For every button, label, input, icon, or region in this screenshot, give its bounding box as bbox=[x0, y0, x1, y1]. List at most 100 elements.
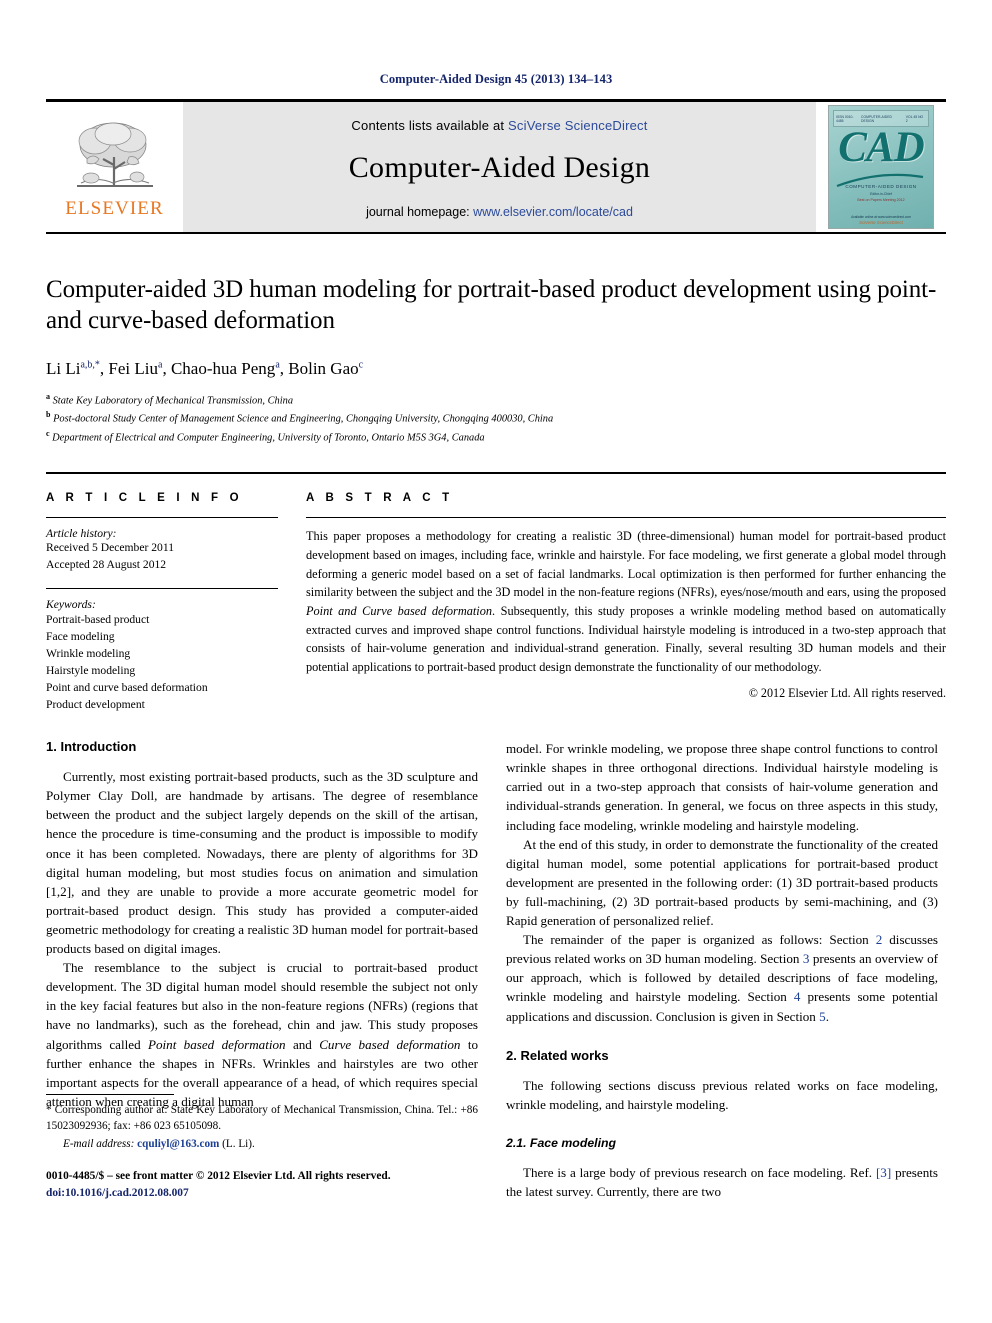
paragraph-face-1: There is a large body of previous resear… bbox=[506, 1163, 938, 1201]
paragraph-text: The remainder of the paper is organized … bbox=[523, 932, 876, 948]
article-history-accepted: Accepted 28 August 2012 bbox=[46, 558, 167, 572]
homepage-prefix: journal homepage: bbox=[366, 204, 474, 219]
elsevier-tree-icon bbox=[76, 122, 153, 187]
doi-line[interactable]: doi:10.1016/j.cad.2012.08.007 bbox=[46, 1185, 478, 1202]
cover-subtitle-2: Editor-in-Chief bbox=[870, 192, 892, 196]
issn-block: 0010-4485/$ – see front matter © 2012 El… bbox=[46, 1168, 478, 1201]
corresponding-author-note: * Corresponding author at: State Key Lab… bbox=[46, 1102, 478, 1134]
paper-title: Computer-aided 3D human modeling for por… bbox=[46, 276, 937, 335]
cover-footer-2: SciVerse ScienceDirect bbox=[859, 220, 903, 225]
author-affil-marker: a,b,* bbox=[80, 358, 100, 370]
cover-subtitle-1: COMPUTER-AIDED DESIGN bbox=[845, 184, 917, 189]
italic-term-curve-deformation: Curve based deformation bbox=[319, 1036, 461, 1052]
footnote-text: Corresponding author at: State Key Labor… bbox=[46, 1103, 478, 1132]
email-note: E-mail address: cquliyl@163.com (L. Li). bbox=[46, 1136, 478, 1152]
title-block: Computer-aided 3D human modeling for por… bbox=[46, 274, 946, 446]
issn-line: 0010-4485/$ – see front matter © 2012 El… bbox=[46, 1170, 391, 1183]
email-link[interactable]: cquliyl@163.com bbox=[137, 1138, 219, 1150]
footnote-divider bbox=[46, 1093, 174, 1095]
paragraph-text: . bbox=[825, 1008, 829, 1024]
italic-term-point-deformation: Point based deformation bbox=[147, 1036, 286, 1052]
article-history-label: Article history: bbox=[46, 527, 117, 541]
abstract-italic-term: Point and Curve based deformation bbox=[306, 604, 493, 619]
author-affil-marker: c bbox=[358, 358, 364, 370]
running-head: Computer-Aided Design 45 (2013) 134–143 bbox=[379, 72, 613, 86]
cover-subtitle-3: Best on Papers Meeting 2012 bbox=[857, 198, 905, 202]
keywords-label: Keywords: bbox=[46, 597, 96, 611]
journal-title: Computer-Aided Design bbox=[348, 150, 651, 184]
keyword-item: Portrait-based product bbox=[46, 612, 150, 626]
journal-cover-thumb: ISSN 0010-4485 COMPUTER-AIDED DESIGN VOL… bbox=[816, 102, 946, 232]
paragraph-related-1: The following sections discuss previous … bbox=[506, 1076, 938, 1114]
email-owner: (L. Li). bbox=[219, 1137, 255, 1150]
paragraph-right-3: The remainder of the paper is organized … bbox=[506, 930, 938, 1026]
publisher-logo: ELSEVIER bbox=[46, 102, 183, 232]
cover-top-center: COMPUTER-AIDED DESIGN bbox=[861, 114, 892, 123]
paragraph-text: The following sections discuss previous … bbox=[506, 1077, 938, 1112]
author-list: Li Lia,b,*, Fei Liua, Chao-hua Penga, Bo… bbox=[46, 358, 364, 378]
author-name: Li Li bbox=[46, 358, 81, 378]
journal-masthead: ELSEVIER Contents lists available at Sci… bbox=[46, 99, 946, 234]
affiliation-item: c Department of Electrical and Computer … bbox=[46, 428, 946, 447]
author-name: Bolin Gao bbox=[288, 358, 359, 378]
paragraph-text: model. For wrinkle modeling, we propose … bbox=[506, 741, 938, 833]
contents-prefix: Contents lists available at bbox=[351, 117, 509, 133]
affiliation-marker: b bbox=[46, 410, 51, 420]
affiliation-list: a State Key Laboratory of Mechanical Tra… bbox=[46, 391, 946, 447]
paragraph-right-2: At the end of this study, in order to de… bbox=[506, 835, 938, 931]
author-name: Fei Liu bbox=[108, 358, 159, 378]
affiliation-text: State Key Laboratory of Mechanical Trans… bbox=[52, 394, 294, 406]
body-columns: 1. Introduction Currently, most existing… bbox=[46, 739, 946, 1201]
affiliation-text: Post-doctoral Study Center of Management… bbox=[53, 413, 554, 425]
cover-top-left: ISSN 0010-4485 bbox=[836, 114, 854, 123]
author-item: Li Lia,b,* bbox=[46, 359, 100, 378]
paragraph-text: There is a large body of previous resear… bbox=[523, 1164, 876, 1180]
footnote-block: * Corresponding author at: State Key Lab… bbox=[46, 1093, 478, 1201]
author-affil-marker: a bbox=[275, 358, 280, 370]
author-affil-marker: a bbox=[158, 358, 163, 370]
affiliation-text: Department of Electrical and Computer En… bbox=[52, 432, 485, 444]
divider bbox=[46, 517, 278, 519]
abstract-column: A B S T R A C T This paper proposes a me… bbox=[306, 492, 946, 713]
affiliation-item: a State Key Laboratory of Mechanical Tra… bbox=[46, 391, 946, 410]
article-info-column: A R T I C L E I N F O Article history: R… bbox=[46, 492, 278, 713]
cover-top-right: VOL 45 NO 2 bbox=[905, 114, 924, 123]
abstract-part-1: This paper proposes a methodology for cr… bbox=[306, 529, 946, 600]
abstract-text: This paper proposes a methodology for cr… bbox=[306, 527, 946, 677]
heading-introduction: 1. Introduction bbox=[46, 739, 137, 755]
affiliation-marker: c bbox=[46, 428, 50, 438]
paragraph-intro-2: The resemblance to the subject is crucia… bbox=[46, 958, 478, 1111]
paragraph-right-1: model. For wrinkle modeling, we propose … bbox=[506, 739, 938, 835]
paragraph-text: Currently, most existing portrait-based … bbox=[46, 769, 478, 957]
author-item: Bolin Gaoc bbox=[288, 359, 363, 378]
abstract-heading: A B S T R A C T bbox=[306, 492, 454, 505]
keyword-item: Point and curve based deformation bbox=[46, 681, 208, 694]
keyword-item: Product development bbox=[46, 698, 145, 712]
citation-ref-3[interactable]: [3] bbox=[876, 1165, 891, 1180]
article-history-received: Received 5 December 2011 bbox=[46, 541, 175, 555]
author-name: Chao-hua Peng bbox=[170, 358, 276, 378]
paragraph-intro-1: Currently, most existing portrait-based … bbox=[46, 767, 478, 958]
author-item: Chao-hua Penga bbox=[171, 359, 280, 378]
sciencedirect-link[interactable]: SciVerse ScienceDirect bbox=[508, 118, 648, 133]
paragraph-text: At the end of this study, in order to de… bbox=[506, 836, 938, 929]
affiliation-marker: a bbox=[46, 391, 50, 401]
paper-page: Computer-Aided Design 45 (2013) 134–143 bbox=[0, 0, 992, 1323]
journal-homepage-link[interactable]: www.elsevier.com/locate/cad bbox=[473, 205, 633, 219]
affiliation-item: b Post-doctoral Study Center of Manageme… bbox=[46, 409, 946, 428]
author-item: Fei Liua bbox=[108, 359, 162, 378]
heading-related-works: 2. Related works bbox=[506, 1047, 609, 1063]
elsevier-wordmark: ELSEVIER bbox=[65, 197, 164, 219]
keyword-item: Face modeling bbox=[46, 629, 115, 643]
email-label: E-mail address: bbox=[63, 1137, 135, 1150]
cover-cad-title: CAD bbox=[838, 124, 924, 171]
heading-face-modeling: 2.1. Face modeling bbox=[506, 1135, 617, 1150]
body-column-left: 1. Introduction Currently, most existing… bbox=[46, 739, 478, 1201]
body-column-right: model. For wrinkle modeling, we propose … bbox=[506, 739, 938, 1201]
masthead-center: Contents lists available at SciVerse Sci… bbox=[183, 102, 816, 232]
keyword-item: Hairstyle modeling bbox=[46, 663, 136, 677]
paragraph-text: and bbox=[285, 1036, 320, 1052]
divider bbox=[46, 587, 278, 589]
info-abstract-section: A R T I C L E I N F O Article history: R… bbox=[46, 472, 946, 713]
article-info-heading: A R T I C L E I N F O bbox=[46, 492, 243, 505]
